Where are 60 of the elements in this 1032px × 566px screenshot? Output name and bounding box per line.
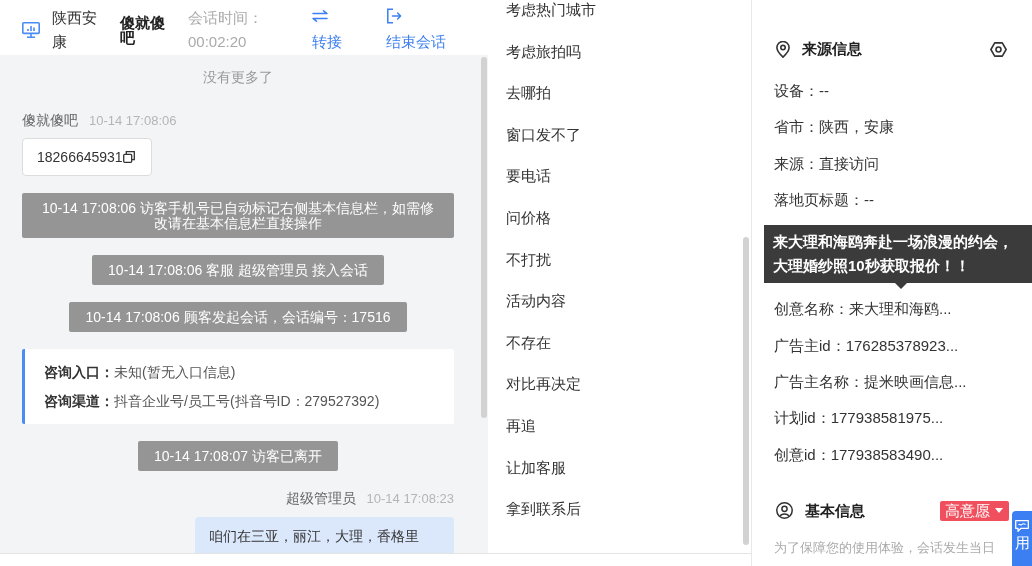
field-value: 未知(暂无入口信息) xyxy=(114,363,236,382)
visitor-location: 陕西安康 xyxy=(52,8,98,52)
system-notice: 10-14 17:08:07 访客已离开 xyxy=(137,441,339,471)
quick-reply-item[interactable]: 对比再决定 xyxy=(506,374,581,395)
message-time: 10-14 17:08:23 xyxy=(366,490,454,508)
quick-reply-item[interactable]: 去哪拍 xyxy=(506,83,551,104)
transfer-button[interactable]: 转接 xyxy=(312,10,342,54)
info-field: 计划id：177938581975... xyxy=(774,408,944,429)
session-time-label: 会话时间： xyxy=(188,8,263,28)
scrollbar[interactable] xyxy=(743,237,749,545)
field-value: 抖音企业号/员工号(抖音号ID：279527392) xyxy=(114,392,380,411)
scrollbar[interactable] xyxy=(481,57,487,418)
info-field: 广告主名称：提米映画信息... xyxy=(774,371,967,392)
swap-arrows-icon xyxy=(312,10,328,22)
monitor-icon xyxy=(22,22,40,38)
quick-reply-item[interactable]: 不存在 xyxy=(506,332,551,353)
quick-reply-item[interactable]: 活动内容 xyxy=(506,291,566,312)
chat-float-button[interactable]: 用 xyxy=(1012,511,1032,566)
info-field: 设备：-- xyxy=(774,81,829,102)
quick-reply-item[interactable]: 再追 xyxy=(506,415,536,436)
quick-reply-item[interactable]: 拿到联系后 xyxy=(506,499,581,520)
chat-icon xyxy=(1015,520,1029,532)
quick-reply-item[interactable]: 要电话 xyxy=(506,166,551,187)
quick-reply-item[interactable]: 不打扰 xyxy=(506,249,551,270)
location-pin-icon xyxy=(776,40,790,58)
settings-icon[interactable] xyxy=(990,40,1007,58)
info-field: 创意名称：来大理和海鸥... xyxy=(774,299,952,320)
tooltip-arrow-icon xyxy=(895,283,907,290)
info-field: 广告主id：176285378923... xyxy=(774,335,959,356)
exit-arrow-icon xyxy=(386,8,402,24)
user-circle-icon xyxy=(776,502,793,520)
message-bubble: 咱们在三亚，丽江，大理，香格里 xyxy=(195,517,454,553)
info-field: 省市：陕西，安康 xyxy=(774,117,894,138)
message-time: 10-14 17:08:06 xyxy=(89,112,177,130)
sender-name: 傻就傻吧 xyxy=(22,111,78,130)
visitor-name: 傻就傻吧 xyxy=(120,14,166,45)
quick-reply-item[interactable]: 考虑热门城市 xyxy=(506,0,596,20)
caret-icon xyxy=(995,508,1003,514)
field-label: 咨询渠道： xyxy=(44,392,114,411)
system-notice: 10-14 17:08:06 访客手机号已自动标记右侧基本信息栏，如需修改请在基本信息栏直接操作 xyxy=(22,193,454,238)
section-title: 来源信息 xyxy=(802,39,862,59)
session-time: 00:02:20 xyxy=(188,32,247,52)
quick-reply-item[interactable]: 窗口发不了 xyxy=(506,124,581,145)
quick-reply-item[interactable]: 考虑旅拍吗 xyxy=(506,41,581,62)
system-notice: 10-14 17:08:06 客服 超级管理员 接入会话 xyxy=(92,255,384,285)
field-label: 咨询入口： xyxy=(44,363,114,382)
sender-name: 超级管理员 xyxy=(285,489,356,508)
info-field: 来源：直接访问 xyxy=(774,153,879,174)
privacy-notice: 为了保障您的使用体验，会话发生当日 xyxy=(774,538,996,557)
system-notice: 10-14 17:08:06 顾客发起会话，会话编号：17516 xyxy=(69,302,407,332)
copy-icon[interactable] xyxy=(122,151,135,163)
end-session-button[interactable]: 结束会话 xyxy=(386,8,446,54)
history-end-text: 没有更多了 xyxy=(203,68,273,87)
section-title: 基本信息 xyxy=(805,500,865,521)
tooltip: 来大理和海鸥奔赴一场浪漫的约会，大理婚纱照10秒获取报价！！ xyxy=(764,225,1032,284)
message-text: 18266645931 xyxy=(37,149,123,165)
info-field: 落地页标题：-- xyxy=(774,190,874,211)
quick-reply-item[interactable]: 问价格 xyxy=(506,207,551,228)
quick-reply-item[interactable]: 让加客服 xyxy=(506,457,566,478)
info-field: 创意id：177938583490... xyxy=(774,444,944,465)
